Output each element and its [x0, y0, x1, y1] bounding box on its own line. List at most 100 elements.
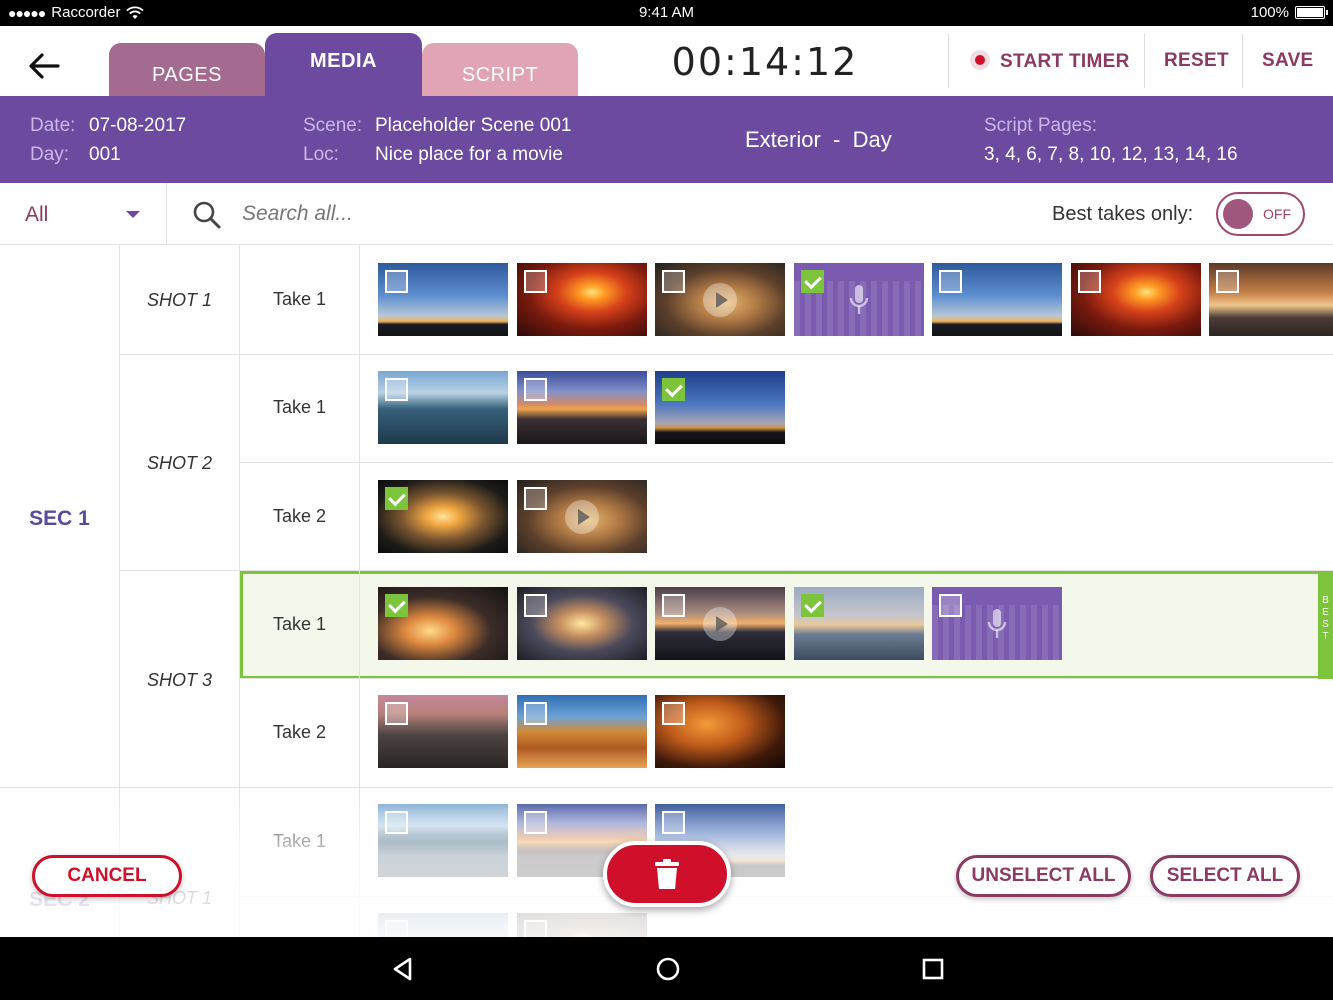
- play-icon: [703, 606, 737, 641]
- home-circle-icon[interactable]: [655, 956, 681, 982]
- select-checkbox[interactable]: [385, 270, 408, 293]
- delete-button[interactable]: [603, 841, 731, 907]
- tab-script[interactable]: SCRIPT: [422, 43, 578, 96]
- select-checkbox[interactable]: [939, 270, 962, 293]
- cancel-button[interactable]: CANCEL: [32, 855, 182, 897]
- select-checkbox[interactable]: [385, 920, 408, 937]
- select-checkbox[interactable]: [385, 378, 408, 401]
- microphone-icon: [987, 609, 1007, 638]
- filter-dropdown[interactable]: All: [0, 183, 167, 245]
- scene-setting: Exterior - Day: [745, 127, 892, 152]
- divider: [948, 34, 949, 88]
- image-thumbnail[interactable]: [378, 587, 508, 660]
- save-button[interactable]: SAVE: [1262, 50, 1314, 72]
- select-checkbox[interactable]: [662, 811, 685, 834]
- search-input[interactable]: [242, 200, 742, 228]
- image-thumbnail[interactable]: [793, 587, 924, 660]
- select-checkbox[interactable]: [662, 594, 685, 617]
- shot-label[interactable]: SHOT 3: [120, 670, 239, 691]
- video-thumbnail[interactable]: [516, 480, 647, 553]
- divider: [119, 245, 120, 937]
- status-bar: ●●●●● Raccorder 9:41 AM 100%: [0, 0, 1333, 26]
- image-thumbnail[interactable]: [932, 263, 1062, 336]
- take-label[interactable]: Take 1: [240, 614, 359, 635]
- image-thumbnail[interactable]: [1209, 263, 1333, 336]
- image-thumbnail[interactable]: [378, 371, 508, 444]
- image-thumbnail[interactable]: [516, 587, 647, 660]
- select-checkbox[interactable]: [523, 811, 547, 834]
- image-thumbnail[interactable]: [516, 695, 647, 768]
- battery-icon: [1295, 6, 1328, 19]
- take-label[interactable]: Take 1: [240, 289, 359, 310]
- video-thumbnail[interactable]: [516, 913, 647, 937]
- best-tag-letter: S: [1322, 619, 1329, 630]
- best-tag-letter: T: [1322, 631, 1329, 642]
- image-thumbnail[interactable]: [516, 371, 647, 444]
- start-timer-label: START TIMER: [1000, 51, 1130, 72]
- select-checkbox[interactable]: [1216, 270, 1239, 293]
- image-thumbnail[interactable]: [378, 480, 508, 553]
- record-icon: [970, 50, 990, 70]
- select-checkbox[interactable]: [385, 811, 408, 834]
- select-checkbox[interactable]: [662, 378, 685, 401]
- system-nav-bar: [0, 937, 1333, 1000]
- best-tag-letter: E: [1322, 607, 1329, 618]
- select-checkbox[interactable]: [800, 270, 824, 293]
- select-checkbox[interactable]: [523, 487, 547, 510]
- audio-thumbnail[interactable]: [793, 263, 924, 336]
- back-arrow-icon[interactable]: [24, 46, 64, 86]
- take-label[interactable]: Take 1: [240, 831, 359, 852]
- select-checkbox[interactable]: [385, 702, 408, 725]
- best-takes-toggle[interactable]: OFF: [1216, 192, 1305, 236]
- toggle-state: OFF: [1263, 206, 1291, 222]
- divider: [0, 787, 1333, 788]
- select-checkbox[interactable]: [662, 270, 685, 293]
- best-tag-letter: B: [1322, 595, 1329, 606]
- select-all-button[interactable]: SELECT ALL: [1150, 855, 1300, 897]
- script-pages-value: 3, 4, 6, 7, 8, 10, 12, 13, 14, 16: [984, 144, 1238, 165]
- day-value: 001: [89, 144, 121, 165]
- select-checkbox[interactable]: [385, 594, 408, 617]
- select-checkbox[interactable]: [800, 594, 824, 617]
- select-checkbox[interactable]: [523, 920, 547, 937]
- trash-icon: [655, 859, 679, 889]
- tab-pages[interactable]: PAGES: [109, 43, 265, 96]
- recents-square-icon[interactable]: [920, 956, 946, 982]
- shot-label[interactable]: SHOT 2: [120, 453, 239, 474]
- back-triangle-icon[interactable]: [390, 956, 416, 982]
- audio-thumbnail[interactable]: [932, 587, 1062, 660]
- section-label[interactable]: SEC 1: [0, 507, 119, 531]
- filter-selected: All: [25, 203, 49, 226]
- image-thumbnail[interactable]: [516, 263, 647, 336]
- image-thumbnail[interactable]: [378, 695, 508, 768]
- divider: [120, 570, 1333, 571]
- video-thumbnail[interactable]: [655, 263, 785, 336]
- video-thumbnail[interactable]: [655, 587, 785, 660]
- image-thumbnail[interactable]: [378, 263, 508, 336]
- select-checkbox[interactable]: [662, 702, 685, 725]
- best-tag: B E S T: [1318, 571, 1333, 679]
- image-thumbnail[interactable]: [1070, 263, 1201, 336]
- select-checkbox[interactable]: [1077, 270, 1101, 293]
- timer-display: 00:14:12: [671, 40, 859, 84]
- take-label[interactable]: Take 2: [240, 506, 359, 527]
- image-thumbnail[interactable]: [655, 371, 785, 444]
- image-thumbnail[interactable]: [378, 804, 508, 877]
- select-checkbox[interactable]: [939, 594, 962, 617]
- image-thumbnail[interactable]: [655, 695, 785, 768]
- tab-media[interactable]: MEDIA: [265, 33, 422, 96]
- play-icon: [703, 282, 737, 317]
- select-checkbox[interactable]: [523, 270, 547, 293]
- take-label[interactable]: Take 2: [240, 722, 359, 743]
- select-checkbox[interactable]: [385, 487, 408, 510]
- start-timer-button[interactable]: START TIMER: [970, 50, 1130, 73]
- select-checkbox[interactable]: [523, 702, 547, 725]
- shot-label[interactable]: SHOT 1: [120, 290, 239, 311]
- select-checkbox[interactable]: [523, 378, 547, 401]
- image-thumbnail[interactable]: [378, 913, 508, 937]
- unselect-all-button[interactable]: UNSELECT ALL: [956, 855, 1131, 897]
- take-label[interactable]: Take 1: [240, 397, 359, 418]
- select-checkbox[interactable]: [523, 594, 547, 617]
- play-icon: [564, 499, 599, 534]
- reset-button[interactable]: RESET: [1164, 50, 1229, 72]
